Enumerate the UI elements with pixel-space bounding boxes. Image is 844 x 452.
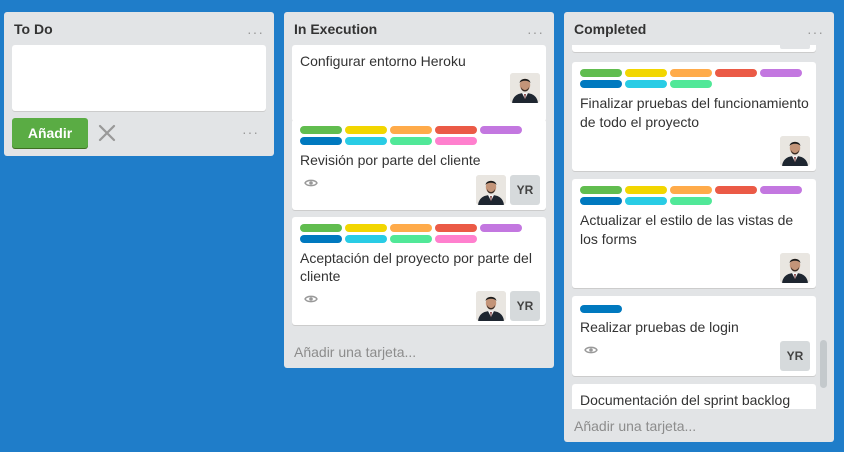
label-purple <box>760 69 802 77</box>
label-green <box>580 69 622 77</box>
label-yellow <box>345 126 387 134</box>
label-green <box>300 126 342 134</box>
label-lime <box>390 235 432 243</box>
label-orange <box>670 69 712 77</box>
label-orange <box>390 224 432 232</box>
add-card-link[interactable]: Añadir una tarjeta... <box>294 344 416 360</box>
label-sky <box>625 80 667 88</box>
card-title: Documentación del sprint backlog <box>580 392 791 408</box>
member-initials[interactable]: YR <box>510 291 540 321</box>
card-title-line-1: Actualizar el estilo de las vistas de <box>580 212 794 228</box>
label-purple <box>760 186 802 194</box>
label-blue <box>300 235 342 243</box>
card-title-line-2: de todo el proyecto <box>580 114 700 130</box>
label-yellow <box>625 69 667 77</box>
card[interactable]: Configurar entorno Heroku <box>292 45 546 122</box>
list-title[interactable]: To Do <box>14 21 53 37</box>
close-icon[interactable] <box>96 122 118 144</box>
member-avatar[interactable] <box>510 73 540 103</box>
card-title-line-2: cliente <box>300 268 341 284</box>
card[interactable]: Finalizar pruebas del funcionamiento de … <box>572 62 816 171</box>
member-avatar[interactable] <box>780 253 810 283</box>
card-composer-textarea[interactable] <box>12 45 266 111</box>
label-green <box>300 224 342 232</box>
label-purple <box>480 126 522 134</box>
label-sky <box>625 197 667 205</box>
card[interactable] <box>572 45 816 52</box>
label-lime <box>670 197 712 205</box>
list-todo: To Do ··· Añadir ··· <box>4 12 274 156</box>
label-blue <box>580 197 622 205</box>
card-title-line-1: Aceptación del proyecto por parte del <box>300 250 532 266</box>
eye-icon <box>304 294 318 304</box>
card-title: Configurar entorno Heroku <box>300 53 466 69</box>
label-blue <box>580 80 622 88</box>
label-green <box>580 186 622 194</box>
label-yellow <box>345 224 387 232</box>
label-red <box>715 186 757 194</box>
member-initials[interactable]: YR <box>780 341 810 371</box>
card-title-line-1: Finalizar pruebas del funcionamiento <box>580 95 809 111</box>
label-pink <box>435 137 477 145</box>
label-red <box>435 126 477 134</box>
list-title[interactable]: In Execution <box>294 21 377 37</box>
list-completed: Completed ··· Finalizar pruebas del func… <box>564 12 834 442</box>
add-card-link[interactable]: Añadir una tarjeta... <box>574 418 696 434</box>
label-blue <box>300 137 342 145</box>
list-menu-button[interactable]: ··· <box>247 24 264 40</box>
list-cards-viewport[interactable]: Finalizar pruebas del funcionamiento de … <box>564 45 834 409</box>
label-yellow <box>625 186 667 194</box>
card-title: Revisión por parte del cliente <box>300 152 481 168</box>
card[interactable]: Documentación del sprint backlog <box>572 384 816 409</box>
label-purple <box>480 224 522 232</box>
label-sky <box>345 235 387 243</box>
label-lime <box>390 137 432 145</box>
eye-icon <box>584 345 598 355</box>
member-initials[interactable]: YR <box>510 175 540 205</box>
card[interactable]: Aceptación del proyecto por parte del cl… <box>292 217 546 325</box>
composer-options-button[interactable]: ··· <box>242 124 259 140</box>
list-in-execution: In Execution ··· Configurar entorno Hero… <box>284 12 554 368</box>
card[interactable]: Realizar pruebas de login YR <box>572 296 816 376</box>
member-avatar[interactable] <box>476 175 506 205</box>
label-red <box>435 224 477 232</box>
card[interactable]: Revisión por parte del cliente YR <box>292 119 546 210</box>
label-lime <box>670 80 712 88</box>
label-orange <box>670 186 712 194</box>
card[interactable]: Actualizar el estilo de las vistas de lo… <box>572 179 816 288</box>
label-blue <box>580 305 622 313</box>
member-avatar[interactable] <box>780 136 810 166</box>
label-pink <box>435 235 477 243</box>
eye-icon <box>304 178 318 188</box>
list-scrollbar[interactable] <box>820 340 827 388</box>
list-menu-button[interactable]: ··· <box>807 24 824 40</box>
list-title[interactable]: Completed <box>574 21 646 37</box>
member-avatar[interactable] <box>476 291 506 321</box>
label-sky <box>345 137 387 145</box>
label-red <box>715 69 757 77</box>
card-title: Realizar pruebas de login <box>580 319 739 335</box>
list-menu-button[interactable]: ··· <box>527 24 544 40</box>
label-orange <box>390 126 432 134</box>
card-badge <box>780 45 810 49</box>
card-title-line-2: los forms <box>580 231 637 247</box>
add-card-button[interactable]: Añadir <box>12 118 88 148</box>
